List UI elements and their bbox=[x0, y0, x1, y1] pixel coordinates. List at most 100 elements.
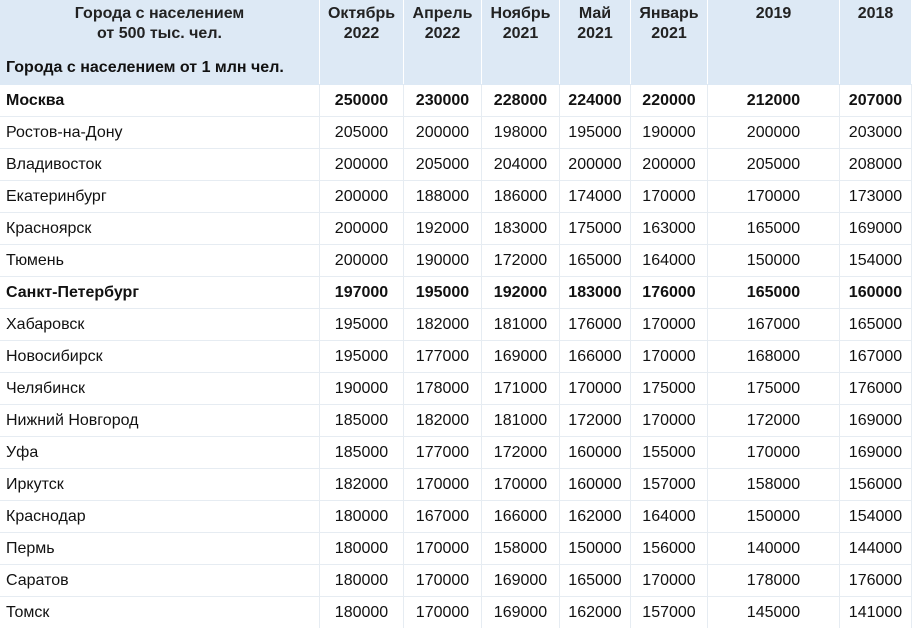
section-spacer bbox=[631, 52, 708, 84]
value-cell: 200000 bbox=[708, 116, 840, 148]
value-cell: 165000 bbox=[840, 308, 912, 340]
value-cell: 177000 bbox=[404, 340, 482, 372]
value-cell: 220000 bbox=[631, 84, 708, 116]
value-cell: 250000 bbox=[320, 84, 404, 116]
table-row: Ростов-на-Дону 205000 200000 198000 195000 19… bbox=[0, 116, 912, 148]
value-cell: 156000 bbox=[840, 468, 912, 500]
city-name: Краснодар bbox=[0, 500, 320, 532]
value-cell: 192000 bbox=[482, 276, 560, 308]
value-cell: 167000 bbox=[708, 308, 840, 340]
value-cell: 150000 bbox=[708, 244, 840, 276]
value-cell: 177000 bbox=[404, 436, 482, 468]
value-cell: 182000 bbox=[404, 308, 482, 340]
value-cell: 171000 bbox=[482, 372, 560, 404]
value-cell: 170000 bbox=[631, 404, 708, 436]
city-name: Владивосток bbox=[0, 148, 320, 180]
table-row: Томск 180000 170000 169000 162000 157000 14500… bbox=[0, 596, 912, 628]
value-cell: 162000 bbox=[560, 596, 631, 628]
value-cell: 200000 bbox=[320, 212, 404, 244]
value-cell: 140000 bbox=[708, 532, 840, 564]
value-cell: 156000 bbox=[631, 532, 708, 564]
value-cell: 185000 bbox=[320, 436, 404, 468]
header-2019: 2019 bbox=[708, 0, 840, 84]
value-cell: 182000 bbox=[404, 404, 482, 436]
value-cell: 155000 bbox=[631, 436, 708, 468]
value-cell: 190000 bbox=[404, 244, 482, 276]
table-row: Нижний Новгород 185000 182000 181000 172000 1… bbox=[0, 404, 912, 436]
value-cell: 190000 bbox=[320, 372, 404, 404]
value-cell: 176000 bbox=[560, 308, 631, 340]
value-cell: 195000 bbox=[320, 340, 404, 372]
value-cell: 205000 bbox=[708, 148, 840, 180]
value-cell: 157000 bbox=[631, 596, 708, 628]
section-spacer bbox=[404, 52, 482, 84]
value-cell: 158000 bbox=[482, 532, 560, 564]
header-city-line2: от 500 тыс. чел. bbox=[97, 25, 222, 42]
value-cell: 175000 bbox=[631, 372, 708, 404]
value-cell: 154000 bbox=[840, 500, 912, 532]
value-cell: 165000 bbox=[708, 212, 840, 244]
value-cell: 170000 bbox=[482, 468, 560, 500]
value-cell: 190000 bbox=[631, 116, 708, 148]
header-label: 2018 bbox=[857, 5, 894, 22]
price-table: Города с населением от 500 тыс. чел. Окт… bbox=[0, 0, 912, 628]
city-name: Уфа bbox=[0, 436, 320, 468]
city-name: Тюмень bbox=[0, 244, 320, 276]
value-cell: 170000 bbox=[560, 372, 631, 404]
value-cell: 163000 bbox=[631, 212, 708, 244]
value-cell: 150000 bbox=[560, 532, 631, 564]
value-cell: 204000 bbox=[482, 148, 560, 180]
value-cell: 205000 bbox=[404, 148, 482, 180]
header-label: Май bbox=[578, 5, 612, 22]
value-cell: 181000 bbox=[482, 404, 560, 436]
value-cell: 200000 bbox=[320, 180, 404, 212]
value-cell: 165000 bbox=[560, 244, 631, 276]
header-nov-2021: Ноябрь 2021 bbox=[482, 0, 560, 52]
value-cell: 181000 bbox=[482, 308, 560, 340]
value-cell: 170000 bbox=[708, 436, 840, 468]
header-year: 2022 bbox=[343, 25, 380, 42]
value-cell: 172000 bbox=[708, 404, 840, 436]
header-2018: 2018 bbox=[840, 0, 912, 84]
value-cell: 183000 bbox=[560, 276, 631, 308]
value-cell: 165000 bbox=[708, 276, 840, 308]
header-jan-2021: Январь 2021 bbox=[631, 0, 708, 52]
value-cell: 228000 bbox=[482, 84, 560, 116]
value-cell: 188000 bbox=[404, 180, 482, 212]
value-cell: 172000 bbox=[560, 404, 631, 436]
value-cell: 172000 bbox=[482, 244, 560, 276]
table-header: Города с населением от 500 тыс. чел. Окт… bbox=[0, 0, 912, 84]
value-cell: 170000 bbox=[404, 532, 482, 564]
value-cell: 200000 bbox=[320, 244, 404, 276]
value-cell: 180000 bbox=[320, 500, 404, 532]
value-cell: 203000 bbox=[840, 116, 912, 148]
value-cell: 168000 bbox=[708, 340, 840, 372]
city-name: Екатеринбург bbox=[0, 180, 320, 212]
section-spacer bbox=[560, 52, 631, 84]
value-cell: 198000 bbox=[482, 116, 560, 148]
value-cell: 157000 bbox=[631, 468, 708, 500]
value-cell: 192000 bbox=[404, 212, 482, 244]
header-year: 2021 bbox=[577, 25, 613, 42]
header-label: 2019 bbox=[755, 5, 792, 22]
header-label: Январь bbox=[639, 5, 699, 22]
value-cell: 195000 bbox=[404, 276, 482, 308]
value-cell: 145000 bbox=[708, 596, 840, 628]
value-cell: 167000 bbox=[840, 340, 912, 372]
value-cell: 158000 bbox=[708, 468, 840, 500]
value-cell: 200000 bbox=[320, 148, 404, 180]
value-cell: 169000 bbox=[840, 436, 912, 468]
value-cell: 207000 bbox=[840, 84, 912, 116]
value-cell: 183000 bbox=[482, 212, 560, 244]
city-name: Иркутск bbox=[0, 468, 320, 500]
table-row: Тюмень 200000 190000 172000 165000 164000 1500… bbox=[0, 244, 912, 276]
value-cell: 182000 bbox=[320, 468, 404, 500]
value-cell: 160000 bbox=[840, 276, 912, 308]
value-cell: 178000 bbox=[708, 564, 840, 596]
value-cell: 162000 bbox=[560, 500, 631, 532]
table-body: Москва 250000 230000 228000 224000 220000 2120… bbox=[0, 84, 912, 628]
value-cell: 173000 bbox=[840, 180, 912, 212]
value-cell: 164000 bbox=[631, 244, 708, 276]
table-row: Краснодар 180000 167000 166000 162000 164000 1… bbox=[0, 500, 912, 532]
city-name: Санкт-Петербург bbox=[0, 276, 320, 308]
